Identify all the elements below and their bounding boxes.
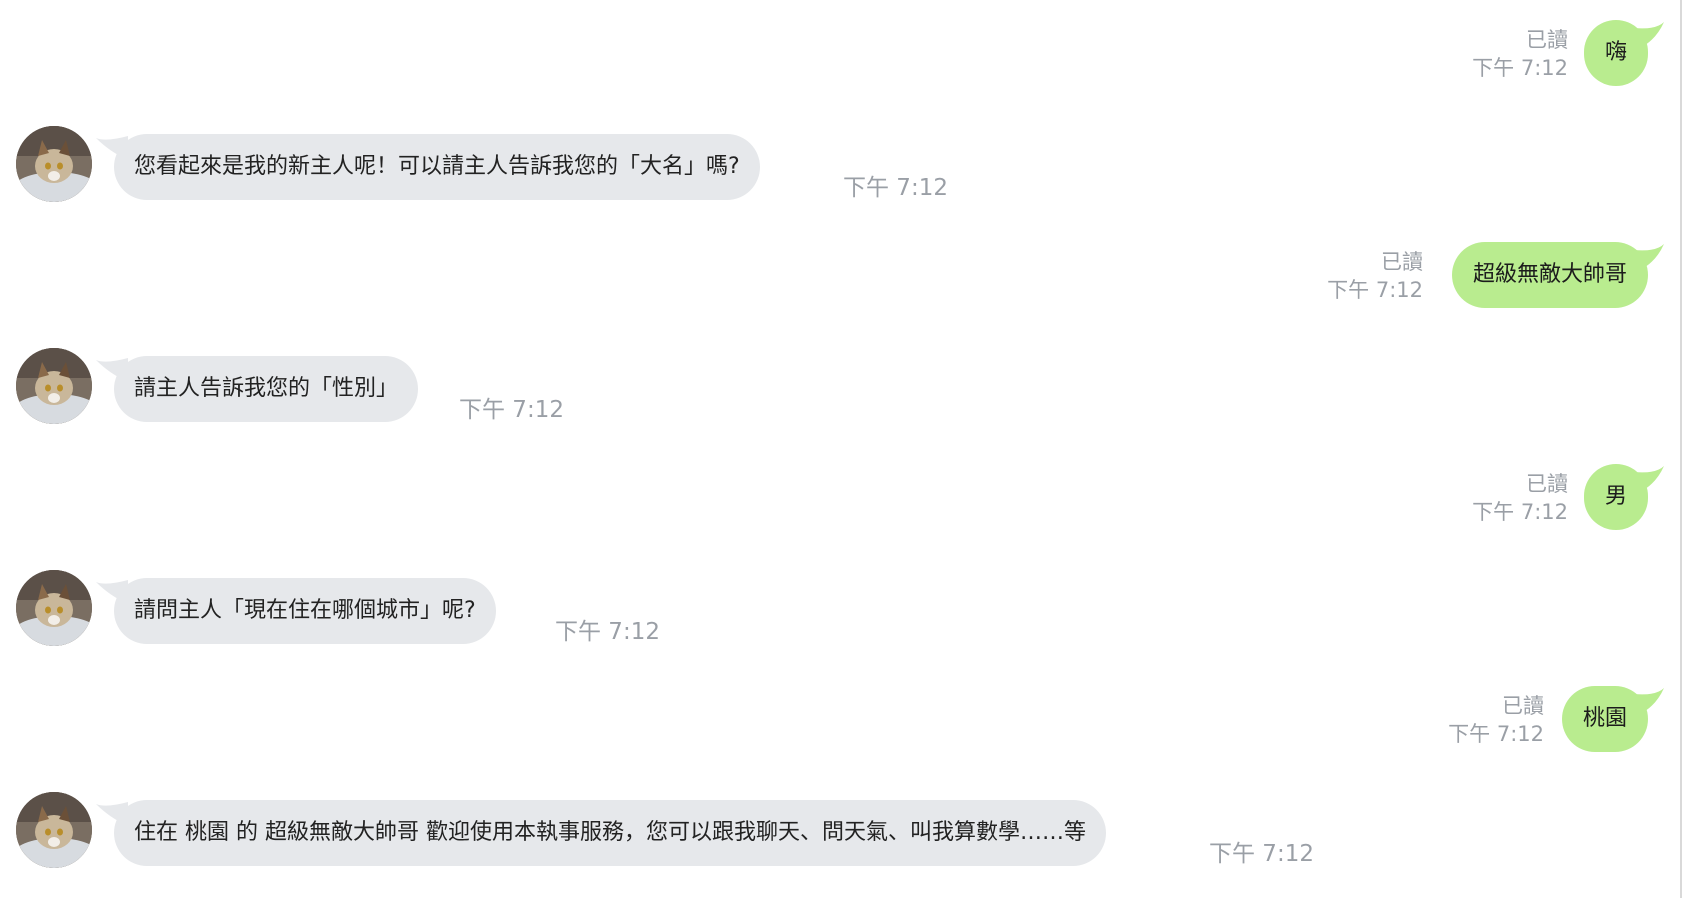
message-time: 下午 7:12 bbox=[459, 397, 564, 423]
read-receipt: 已讀 bbox=[1526, 28, 1568, 52]
cat-avatar[interactable] bbox=[16, 792, 92, 868]
incoming-message-bubble[interactable]: 您看起來是我的新主人呢！可以請主人告訴我您的「大名」嗎? bbox=[114, 134, 760, 200]
outgoing-message-bubble[interactable]: 桃園 bbox=[1561, 686, 1648, 752]
cat-avatar-icon bbox=[16, 570, 92, 646]
message-row-outgoing: 已讀 下午 7:12 超級無敵大帥哥 bbox=[0, 222, 1682, 308]
cat-avatar[interactable] bbox=[16, 348, 92, 424]
message-time: 下午 7:12 bbox=[1448, 722, 1544, 746]
message-row-incoming: 請問主人「現在住在哪個城市」呢? 下午 7:12 bbox=[0, 564, 1682, 646]
read-receipt: 已讀 bbox=[1381, 250, 1423, 274]
message-row-outgoing: 已讀 下午 7:12 桃園 bbox=[0, 666, 1682, 752]
message-time: 下午 7:12 bbox=[1209, 841, 1314, 867]
incoming-message-bubble[interactable]: 請主人告訴我您的「性別」 bbox=[114, 356, 419, 422]
cat-avatar-icon bbox=[16, 348, 92, 424]
message-row-incoming: 您看起來是我的新主人呢！可以請主人告訴我您的「大名」嗎? 下午 7:12 bbox=[0, 120, 1682, 202]
message-row-incoming: 住在 桃園 的 超級無敵大帥哥 歡迎使用本執事服務，您可以跟我聊天、問天氣、叫我… bbox=[0, 786, 1682, 868]
cat-avatar[interactable] bbox=[16, 126, 92, 202]
incoming-message-bubble[interactable]: 請問主人「現在住在哪個城市」呢? bbox=[114, 578, 496, 644]
message-time: 下午 7:12 bbox=[1472, 56, 1568, 80]
message-meta: 已讀 下午 7:12 bbox=[1448, 692, 1544, 748]
message-row-outgoing: 已讀 下午 7:12 男 bbox=[0, 444, 1682, 530]
outgoing-message-bubble[interactable]: 嗨 bbox=[1583, 20, 1648, 86]
read-receipt: 已讀 bbox=[1502, 694, 1544, 718]
cat-avatar[interactable] bbox=[16, 570, 92, 646]
message-time: 下午 7:12 bbox=[555, 619, 660, 645]
message-meta: 已讀 下午 7:12 bbox=[1327, 248, 1423, 304]
chat-message-list[interactable]: 已讀 下午 7:12 嗨 您看起來是我的新主人呢！可以請主人告訴我您的「大名」嗎… bbox=[0, 0, 1682, 898]
message-meta: 已讀 下午 7:12 bbox=[1472, 26, 1568, 82]
cat-avatar-icon bbox=[16, 792, 92, 868]
read-receipt: 已讀 bbox=[1526, 472, 1568, 496]
message-meta: 已讀 下午 7:12 bbox=[1472, 470, 1568, 526]
outgoing-message-bubble[interactable]: 男 bbox=[1583, 464, 1648, 530]
cat-avatar-icon bbox=[16, 126, 92, 202]
message-time: 下午 7:12 bbox=[1327, 278, 1423, 302]
incoming-message-bubble[interactable]: 住在 桃園 的 超級無敵大帥哥 歡迎使用本執事服務，您可以跟我聊天、問天氣、叫我… bbox=[114, 800, 1106, 866]
outgoing-message-bubble[interactable]: 超級無敵大帥哥 bbox=[1451, 242, 1648, 308]
message-row-outgoing: 已讀 下午 7:12 嗨 bbox=[0, 0, 1682, 86]
message-row-incoming: 請主人告訴我您的「性別」 下午 7:12 bbox=[0, 342, 1682, 424]
message-time: 下午 7:12 bbox=[843, 175, 948, 201]
message-time: 下午 7:12 bbox=[1472, 500, 1568, 524]
